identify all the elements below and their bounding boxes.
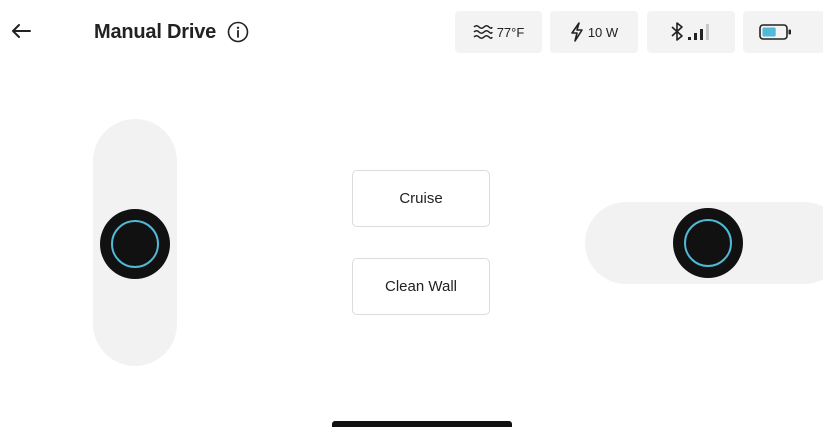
title-group: Manual Drive bbox=[94, 18, 250, 46]
temperature-status: 77°F bbox=[455, 11, 542, 53]
lightning-bolt-icon bbox=[571, 22, 583, 42]
home-indicator[interactable] bbox=[332, 421, 512, 427]
page-title: Manual Drive bbox=[94, 20, 217, 43]
info-circle-icon bbox=[227, 21, 249, 43]
connection-status bbox=[647, 11, 735, 53]
battery-icon bbox=[759, 24, 791, 40]
clean-wall-button[interactable]: Clean Wall bbox=[352, 258, 490, 315]
back-button[interactable] bbox=[8, 18, 34, 44]
arrow-left-icon bbox=[12, 24, 31, 38]
battery-status bbox=[743, 11, 823, 53]
info-button[interactable] bbox=[226, 20, 250, 44]
left-joystick-ring bbox=[111, 220, 159, 268]
temperature-value: 77°F bbox=[496, 24, 525, 40]
power-value: 10 W bbox=[587, 24, 619, 40]
right-joystick-ring bbox=[684, 219, 732, 267]
manual-drive-screen: Manual Drive 77°F 10 W Cruise Clean Wall bbox=[0, 0, 823, 427]
water-waves-icon bbox=[473, 25, 493, 39]
power-status: 10 W bbox=[550, 11, 638, 53]
left-joystick-knob[interactable] bbox=[100, 209, 170, 279]
right-joystick-knob[interactable] bbox=[673, 208, 743, 278]
cruise-button[interactable]: Cruise bbox=[352, 170, 490, 227]
bluetooth-signal-icon bbox=[671, 22, 709, 41]
